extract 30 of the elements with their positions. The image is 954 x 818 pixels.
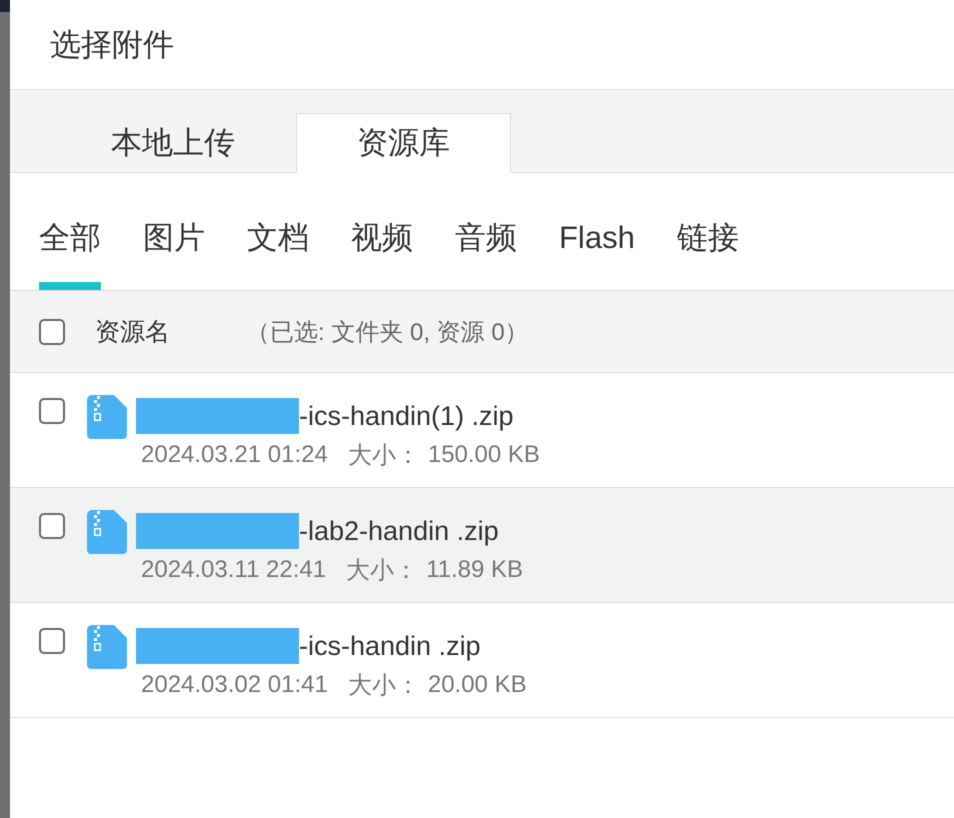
filter-tab[interactable]: 链接 bbox=[676, 178, 739, 290]
checkbox[interactable] bbox=[39, 513, 65, 539]
filter-tab[interactable]: Flash bbox=[559, 178, 635, 290]
file-name: -ics-handin(1) .zip bbox=[299, 400, 514, 432]
file-date: 2024.03.11 22:41 bbox=[141, 556, 326, 584]
checkbox[interactable] bbox=[39, 628, 65, 654]
size-label: 大小： bbox=[348, 671, 420, 701]
zip-file-icon bbox=[87, 625, 127, 669]
file-row[interactable]: -lab2-handin .zip 2024.03.11 22:41 大小： 11.89 KB bbox=[10, 488, 954, 603]
checkbox[interactable] bbox=[39, 398, 65, 424]
file-date: 2024.03.21 01:24 bbox=[141, 441, 328, 469]
filter-tab[interactable]: 音频 bbox=[455, 178, 517, 290]
zip-file-icon bbox=[87, 395, 127, 439]
file-name: -lab2-handin .zip bbox=[299, 516, 499, 546]
column-header: 资源名 bbox=[95, 317, 170, 348]
file-date: 2024.03.02 01:41 bbox=[141, 671, 328, 699]
size-label: 大小： bbox=[346, 556, 418, 586]
size-label: 大小： bbox=[348, 441, 420, 471]
filter-tab[interactable]: 视频 bbox=[351, 178, 413, 290]
zip-file-icon bbox=[87, 510, 127, 554]
file-name: -ics-handin .zip bbox=[299, 630, 481, 662]
file-size: 20.00 KB bbox=[428, 671, 527, 699]
selection-summary: （已选: 文件夹 0, 资源 0） bbox=[246, 318, 529, 348]
tab[interactable]: 资源库 bbox=[296, 113, 511, 173]
dialog-title: 选择附件 bbox=[50, 26, 174, 64]
file-size: 150.00 KB bbox=[428, 441, 540, 469]
file-size: 11.89 KB bbox=[426, 556, 524, 584]
filter-tab[interactable]: 文档 bbox=[247, 178, 309, 290]
checkbox[interactable] bbox=[39, 318, 65, 344]
filter-tab[interactable]: 图片 bbox=[143, 178, 205, 290]
